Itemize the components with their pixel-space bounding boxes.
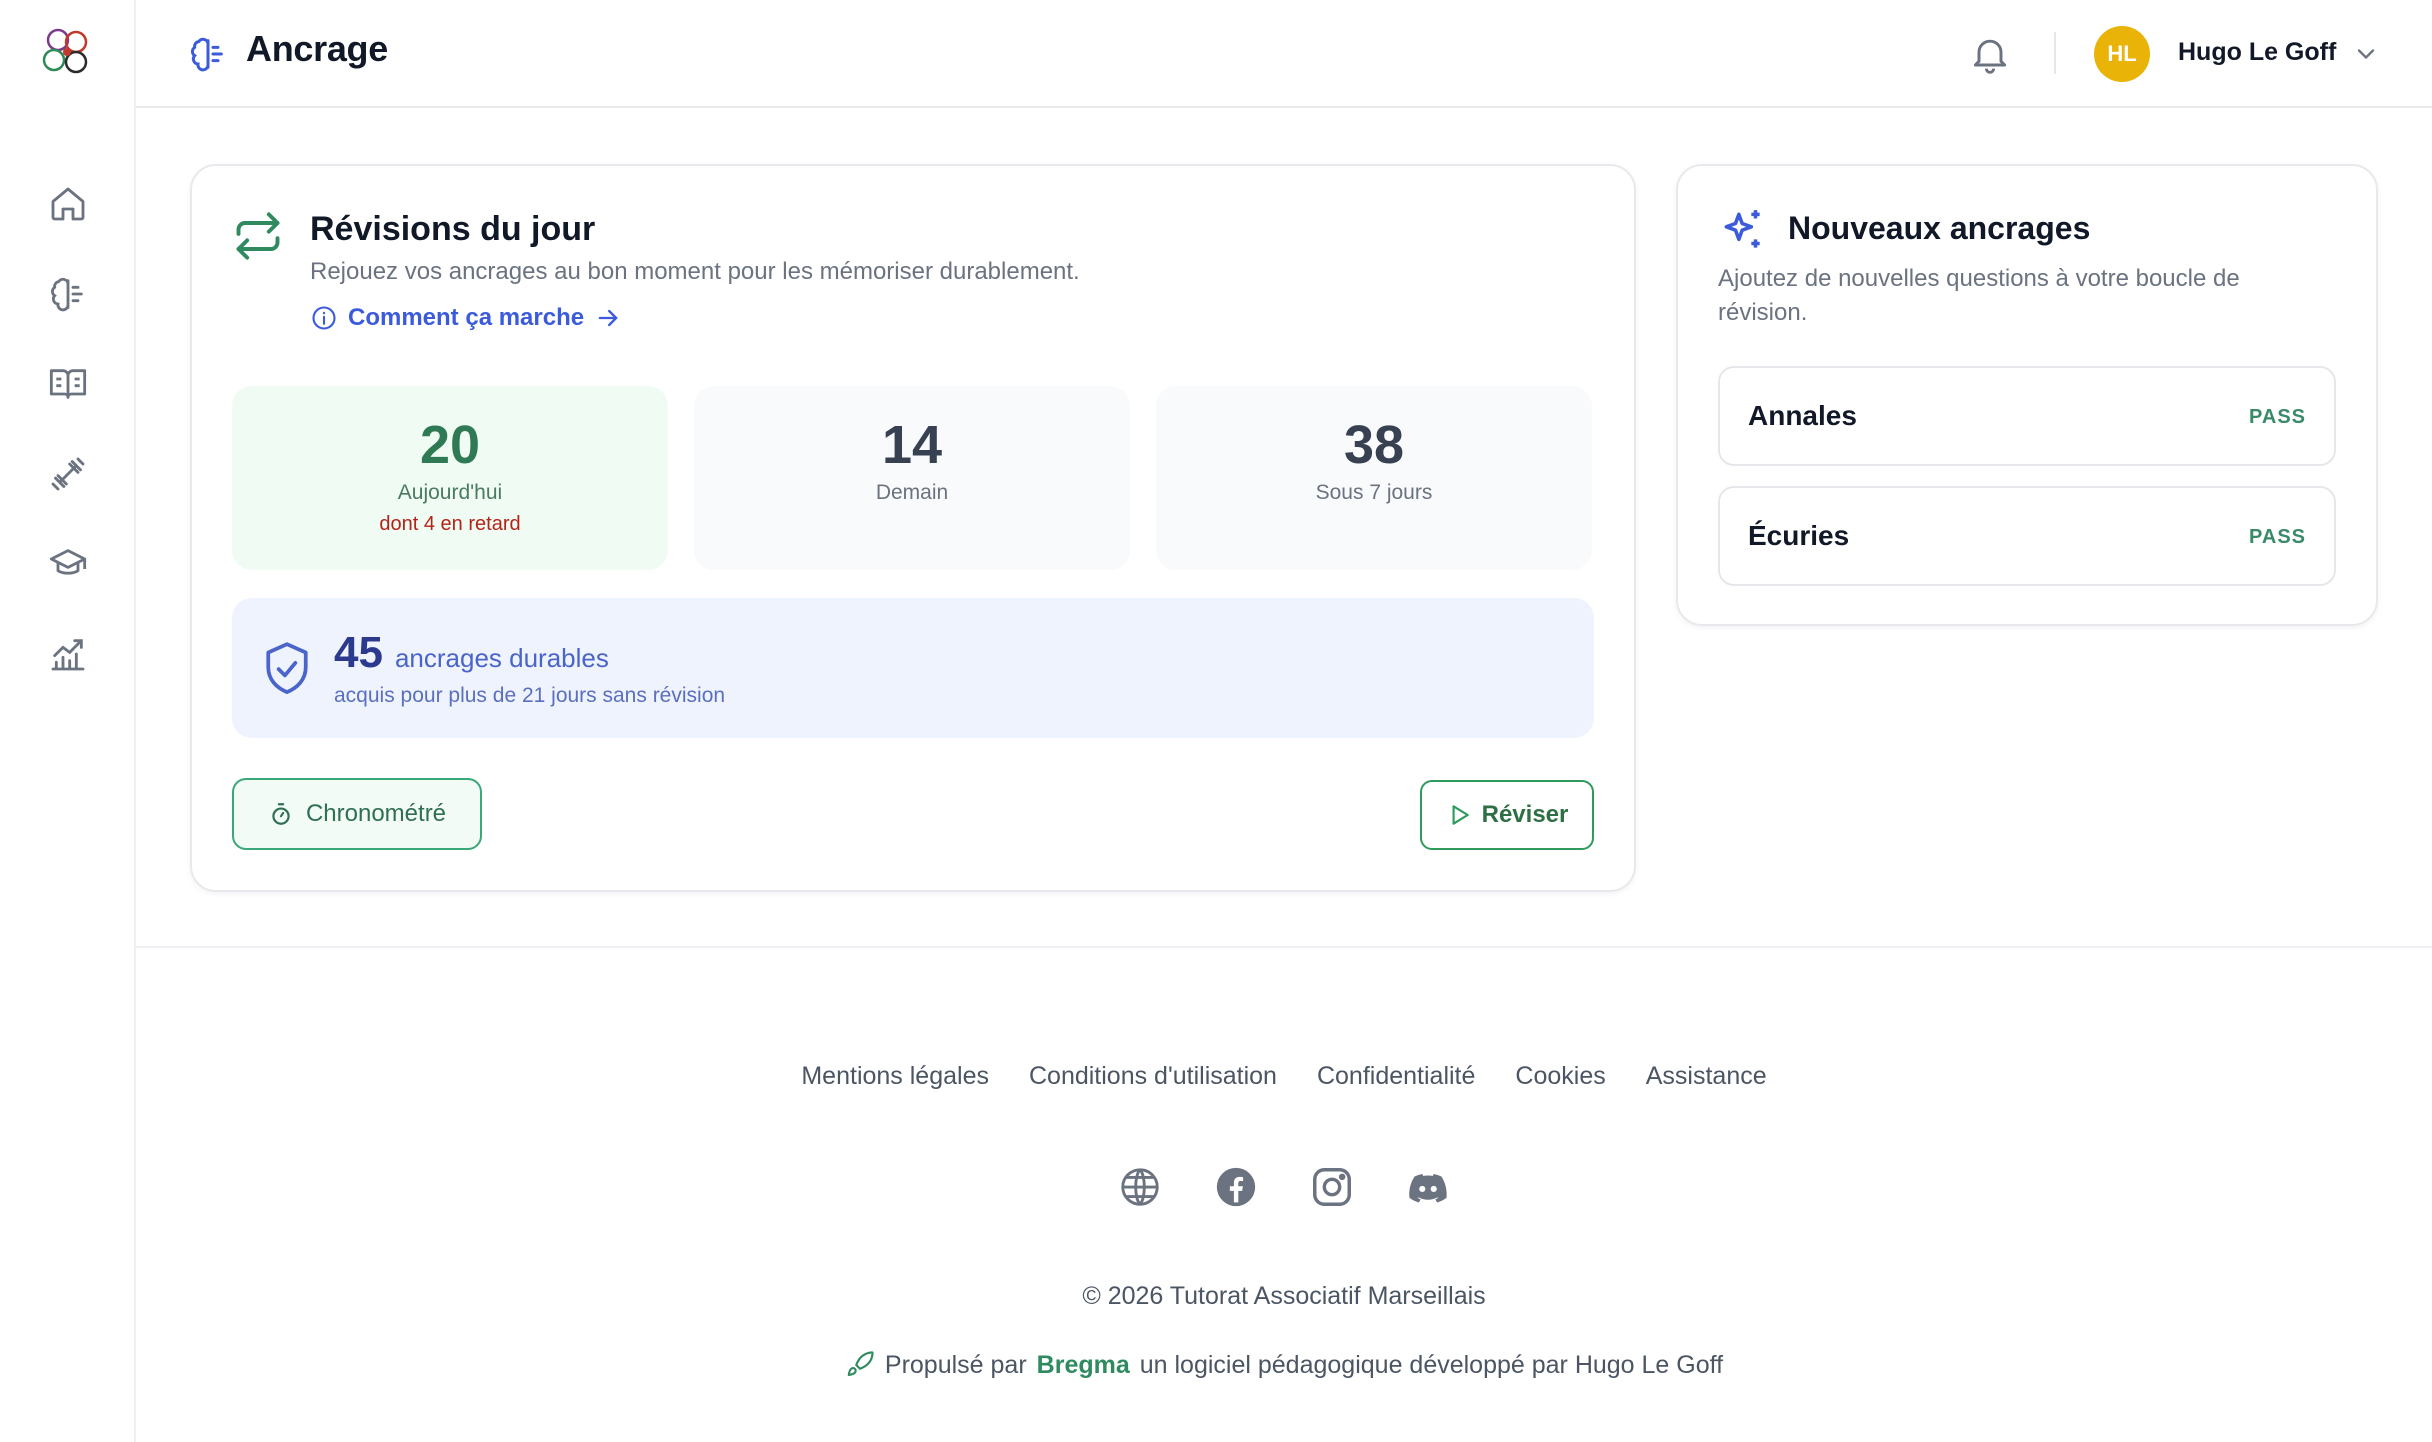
avatar[interactable]: HL bbox=[2094, 26, 2150, 82]
copyright: © 2026 Tutorat Associatif Marseillais bbox=[1082, 1282, 1486, 1310]
review-button[interactable]: Réviser bbox=[1420, 780, 1594, 850]
globe-icon[interactable] bbox=[1117, 1164, 1163, 1210]
sidebar bbox=[0, 0, 136, 1442]
footer-link-privacy[interactable]: Confidentialité bbox=[1317, 1062, 1475, 1091]
play-icon bbox=[1452, 805, 1469, 825]
stat-today-label: Aujourd'hui bbox=[397, 481, 503, 505]
powered-suffix: un logiciel pédagogique développé par Hu… bbox=[1139, 1350, 1724, 1379]
logo-icon[interactable] bbox=[36, 22, 98, 84]
new-anchors-card: Nouveaux ancrages Ajoutez de nouvelles q… bbox=[1676, 164, 2378, 626]
deck-name: Annales bbox=[1748, 400, 1857, 431]
timed-button[interactable]: Chronométré bbox=[232, 778, 482, 850]
brain-icon bbox=[51, 277, 83, 312]
stopwatch-icon bbox=[272, 803, 290, 825]
arrow-right-icon bbox=[598, 309, 618, 327]
dumbbell-icon bbox=[51, 457, 85, 491]
stat-week-value: 38 bbox=[1343, 415, 1405, 475]
stat-tomorrow[interactable]: 14 Demain bbox=[694, 386, 1130, 570]
deck-item-ecuries[interactable]: Écuries PASS bbox=[1718, 486, 2336, 586]
book-open-icon bbox=[49, 369, 87, 399]
stat-tomorrow-label: Demain bbox=[875, 481, 949, 505]
brain-icon bbox=[188, 34, 228, 74]
powered-by: Propulsé par Bregma un logiciel pédagogi… bbox=[136, 1350, 2432, 1380]
page-title: Ancrage bbox=[246, 28, 388, 69]
durable-label: ancrages durables bbox=[394, 643, 609, 673]
deck-tag: PASS bbox=[2249, 406, 2306, 428]
stat-week-label: Sous 7 jours bbox=[1315, 481, 1433, 505]
info-icon bbox=[312, 306, 336, 330]
footer-divider bbox=[136, 946, 2432, 948]
bell-icon[interactable] bbox=[1968, 32, 2012, 76]
sidebar-item-courses[interactable] bbox=[40, 356, 96, 412]
stat-today[interactable]: 20 Aujourd'hui dont 4 en retard bbox=[232, 386, 668, 570]
daily-revisions-card: Révisions du jour Rejouez vos ancrages a… bbox=[190, 164, 1636, 892]
graduation-cap-icon bbox=[49, 549, 87, 575]
discord-icon[interactable] bbox=[1405, 1164, 1451, 1210]
footer-link-cookies[interactable]: Cookies bbox=[1515, 1062, 1605, 1091]
durable-anchors-panel: 45 ancrages durables acquis pour plus de… bbox=[232, 598, 1594, 738]
user-name[interactable]: Hugo Le Goff bbox=[2178, 38, 2336, 67]
sparkles-icon bbox=[1718, 206, 1768, 256]
stat-today-late: dont 4 en retard bbox=[379, 513, 521, 536]
sidebar-item-ancrage[interactable] bbox=[40, 266, 96, 322]
powered-prefix: Propulsé par bbox=[884, 1350, 1027, 1379]
sidebar-item-training[interactable] bbox=[40, 446, 96, 502]
footer-link-terms[interactable]: Conditions d'utilisation bbox=[1029, 1062, 1277, 1091]
instagram-icon[interactable] bbox=[1309, 1164, 1355, 1210]
deck-item-annales[interactable]: Annales PASS bbox=[1718, 366, 2336, 466]
top-header: Ancrage HL Hugo Le Goff bbox=[136, 0, 2432, 108]
stat-today-value: 20 bbox=[419, 415, 481, 475]
header-divider bbox=[2054, 32, 2056, 74]
rocket-icon bbox=[847, 1351, 874, 1377]
review-button-label: Réviser bbox=[1481, 801, 1569, 828]
social-links bbox=[136, 1164, 2432, 1210]
footer-links: Mentions légales Conditions d'utilisatio… bbox=[136, 1062, 2432, 1091]
revisions-title: Révisions du jour bbox=[310, 210, 596, 248]
facebook-icon[interactable] bbox=[1213, 1164, 1259, 1210]
how-it-works-label: Comment ça marche bbox=[348, 304, 585, 331]
deck-tag: PASS bbox=[2249, 526, 2306, 548]
timed-button-label: Chronométré bbox=[305, 800, 447, 827]
revisions-subtitle: Rejouez vos ancrages au bon moment pour … bbox=[310, 258, 1080, 285]
durable-line: 45 ancrages durables bbox=[334, 628, 609, 678]
sidebar-item-home[interactable] bbox=[40, 176, 96, 232]
durable-count: 45 bbox=[334, 628, 383, 677]
shield-check-icon bbox=[262, 640, 312, 698]
new-anchors-title: Nouveaux ancrages bbox=[1788, 210, 2091, 246]
durable-subtitle: acquis pour plus de 21 jours sans révisi… bbox=[334, 684, 726, 707]
home-icon bbox=[51, 187, 85, 221]
footer-link-support[interactable]: Assistance bbox=[1646, 1062, 1767, 1091]
sidebar-item-stats[interactable] bbox=[40, 626, 96, 682]
brand-link[interactable]: Bregma bbox=[1037, 1351, 1130, 1380]
repeat-icon bbox=[232, 210, 284, 262]
new-anchors-subtitle: Ajoutez de nouvelles questions à votre b… bbox=[1718, 265, 2240, 326]
footer-link-legal[interactable]: Mentions légales bbox=[801, 1062, 989, 1091]
stat-week[interactable]: 38 Sous 7 jours bbox=[1156, 386, 1592, 570]
sidebar-item-school[interactable] bbox=[40, 536, 96, 592]
stat-tomorrow-value: 14 bbox=[881, 415, 943, 475]
how-it-works-link[interactable]: Comment ça marche bbox=[310, 304, 622, 332]
chevron-down-icon[interactable] bbox=[2352, 40, 2380, 68]
chart-icon bbox=[51, 639, 85, 671]
deck-name: Écuries bbox=[1748, 520, 1850, 551]
